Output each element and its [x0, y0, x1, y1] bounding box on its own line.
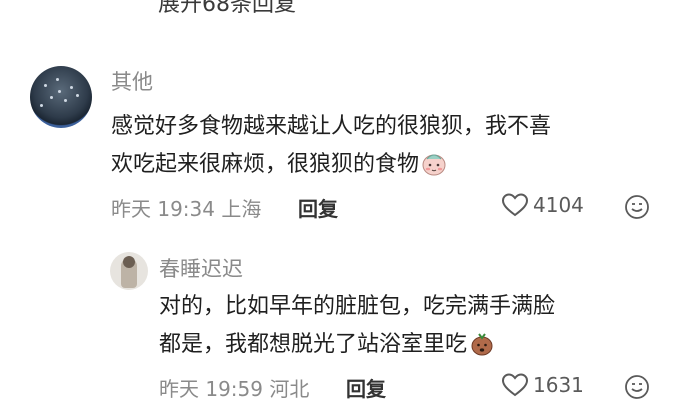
reply-avatar[interactable]	[110, 252, 148, 290]
reply-like-button[interactable]: 1631	[501, 372, 584, 398]
reply-text: 对的，比如早年的脏脏包，吃完满手满脸 都是，我都想脱光了站浴室里吃	[159, 288, 555, 364]
reply-text-line-content: 都是，我都想脱光了站浴室里吃	[159, 332, 468, 357]
shy-face-emoji	[422, 154, 446, 176]
potato-emoji	[471, 333, 493, 356]
reply-text-line: 对的，比如早年的脏脏包，吃完满手满脸	[159, 294, 556, 319]
reply-time: 昨天 19:59	[159, 377, 263, 401]
like-button[interactable]: 4104	[501, 192, 584, 218]
reply-location: 河北	[269, 377, 310, 401]
expand-replies-link[interactable]: 展开68条回复	[158, 0, 296, 18]
like-count: 4104	[533, 193, 584, 217]
reply-button[interactable]: 回复	[298, 193, 338, 222]
reply-reply-button[interactable]: 回复	[346, 373, 386, 402]
avatar[interactable]	[30, 66, 92, 128]
comment-location: 上海	[221, 197, 262, 221]
comment-author[interactable]: 其他	[111, 66, 153, 96]
reply-text-line: 都是，我都想脱光了站浴室里吃	[159, 326, 555, 364]
comment-text-line-content: 欢吃起来很麻烦，很狼狈的食物	[111, 152, 420, 177]
heart-outline-icon	[501, 193, 529, 217]
comment-meta: 昨天 19:34 上海	[111, 193, 261, 222]
reply-like-count: 1631	[533, 373, 584, 397]
smiley-face-icon[interactable]	[624, 194, 650, 220]
comment-time: 昨天 19:34	[111, 197, 215, 221]
comment-text-line: 感觉好多食物越来越让人吃的很狼狈，我不喜	[111, 114, 552, 139]
smiley-face-icon[interactable]	[624, 374, 650, 400]
reply-meta: 昨天 19:59 河北	[159, 373, 309, 402]
comment-text-line: 欢吃起来很麻烦，很狼狈的食物	[111, 146, 551, 184]
reply-author[interactable]: 春睡迟迟	[159, 253, 243, 283]
comment-text: 感觉好多食物越来越让人吃的很狼狈，我不喜 欢吃起来很麻烦，很狼狈的食物	[111, 108, 551, 184]
heart-outline-icon	[501, 373, 529, 397]
